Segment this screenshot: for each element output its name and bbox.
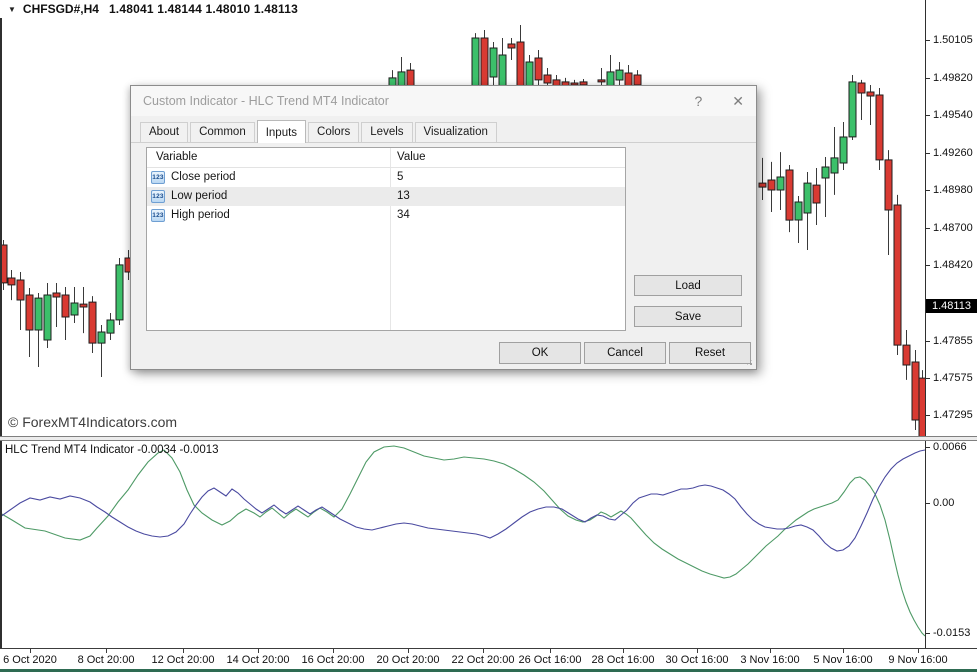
param-value[interactable]: 34 [390, 206, 625, 225]
time-axis-tick [30, 649, 31, 653]
time-axis-tick [843, 649, 844, 653]
time-axis-tick [770, 649, 771, 653]
axis-tick [926, 633, 930, 634]
indicator-line-blue [0, 450, 925, 551]
time-axis-tick [106, 649, 107, 653]
time-axis-label: 22 Oct 20:00 [452, 654, 515, 666]
inputs-table: Variable Value 123 Close period 5 123 Lo… [146, 147, 626, 331]
integer-param-icon: 123 [151, 209, 165, 222]
indicator-panel[interactable]: HLC Trend MT4 Indicator -0.0034 -0.0013 [0, 441, 925, 648]
price-axis-label: 1.48420 [933, 259, 973, 271]
indicator-axis-label: 0.0066 [933, 441, 967, 453]
time-axis-label: 6 Oct 2020 [3, 654, 57, 666]
tab-about[interactable]: About [140, 122, 188, 142]
time-axis-tick [333, 649, 334, 653]
time-axis-label: 8 Oct 20:00 [78, 654, 135, 666]
tab-colors[interactable]: Colors [308, 122, 359, 142]
time-axis-label: 9 Nov 16:00 [888, 654, 947, 666]
tab-visualization[interactable]: Visualization [415, 122, 497, 142]
column-value: Value [390, 148, 625, 167]
axis-tick [926, 503, 930, 504]
axis-tick [926, 115, 930, 116]
price-axis-label: 1.47855 [933, 335, 973, 347]
load-button[interactable]: Load [634, 275, 742, 296]
indicator-axis-label: -0.0153 [933, 627, 970, 639]
time-axis-label: 12 Oct 20:00 [152, 654, 215, 666]
time-axis-label: 16 Oct 20:00 [302, 654, 365, 666]
axis-tick [926, 447, 930, 448]
table-header: Variable Value [147, 148, 625, 168]
price-axis-label: 1.48700 [933, 222, 973, 234]
axis-tick [926, 190, 930, 191]
column-variable: Variable [147, 148, 390, 167]
price-axis-label: 1.47295 [933, 409, 973, 421]
time-axis-label: 14 Oct 20:00 [227, 654, 290, 666]
cancel-button[interactable]: Cancel [584, 342, 666, 364]
param-name: Close period [171, 168, 236, 187]
save-button[interactable]: Save [634, 306, 742, 327]
dialog-title: Custom Indicator - HLC Trend MT4 Indicat… [143, 94, 694, 108]
price-axis[interactable]: 1.50105 1.49820 1.49540 1.49260 1.48980 1.487… [925, 0, 977, 648]
axis-tick [926, 153, 930, 154]
integer-param-icon: 123 [151, 190, 165, 203]
table-row[interactable]: 123 Low period 13 [147, 187, 625, 206]
table-row[interactable]: 123 High period 34 [147, 206, 625, 225]
time-axis-tick [183, 649, 184, 653]
time-axis-tick [550, 649, 551, 653]
dialog-tabs: About Common Inputs Colors Levels Visual… [131, 116, 756, 143]
param-name: High period [171, 206, 230, 225]
price-axis-label: 1.50105 [933, 34, 973, 46]
axis-tick [926, 228, 930, 229]
tab-levels[interactable]: Levels [361, 122, 412, 142]
integer-param-icon: 123 [151, 171, 165, 184]
help-icon[interactable]: ? [694, 93, 702, 109]
axis-tick [926, 40, 930, 41]
time-axis-label: 28 Oct 16:00 [592, 654, 655, 666]
axis-tick [926, 78, 930, 79]
time-axis-label: 26 Oct 16:00 [519, 654, 582, 666]
time-axis-tick [408, 649, 409, 653]
current-price-label: 1.48113 [926, 299, 977, 313]
price-axis-label: 1.48980 [933, 184, 973, 196]
axis-tick [926, 378, 930, 379]
price-axis-label: 1.49820 [933, 72, 973, 84]
tab-common[interactable]: Common [190, 122, 255, 142]
indicator-line-green [0, 446, 925, 636]
param-value[interactable]: 5 [390, 168, 625, 187]
time-axis-tick [697, 649, 698, 653]
axis-tick [926, 265, 930, 266]
price-axis-label: 1.49260 [933, 147, 973, 159]
tab-inputs[interactable]: Inputs [257, 120, 306, 143]
time-axis[interactable]: 6 Oct 2020 8 Oct 20:00 12 Oct 20:00 14 Oct … [0, 648, 977, 669]
table-row[interactable]: 123 Close period 5 [147, 168, 625, 187]
mt4-chart-window: ▼ CHFSGD#,H4 1.48041 1.48144 1.48010 1.4… [0, 0, 977, 672]
indicator-chart [0, 441, 925, 648]
panel-splitter[interactable] [0, 436, 977, 441]
dialog-titlebar[interactable]: Custom Indicator - HLC Trend MT4 Indicat… [131, 86, 756, 116]
time-axis-label: 5 Nov 16:00 [813, 654, 872, 666]
window-left-border [0, 18, 2, 648]
time-axis-label: 3 Nov 16:00 [740, 654, 799, 666]
param-name: Low period [171, 187, 227, 206]
time-axis-tick [258, 649, 259, 653]
price-axis-label: 1.49540 [933, 109, 973, 121]
indicator-dialog: Custom Indicator - HLC Trend MT4 Indicat… [130, 85, 757, 370]
time-axis-label: 20 Oct 20:00 [377, 654, 440, 666]
axis-tick [926, 341, 930, 342]
ok-button[interactable]: OK [499, 342, 581, 364]
indicator-axis-label: 0.00 [933, 497, 954, 509]
reset-button[interactable]: Reset [669, 342, 751, 364]
close-icon[interactable]: ✕ [732, 93, 744, 110]
time-axis-tick [483, 649, 484, 653]
time-axis-tick [918, 649, 919, 653]
time-axis-tick [623, 649, 624, 653]
param-value[interactable]: 13 [390, 187, 625, 206]
axis-tick [926, 415, 930, 416]
price-axis-label: 1.47575 [933, 372, 973, 384]
indicator-title: HLC Trend MT4 Indicator -0.0034 -0.0013 [5, 444, 219, 456]
time-axis-label: 30 Oct 16:00 [666, 654, 729, 666]
watermark: © ForexMT4Indicators.com [8, 414, 177, 430]
